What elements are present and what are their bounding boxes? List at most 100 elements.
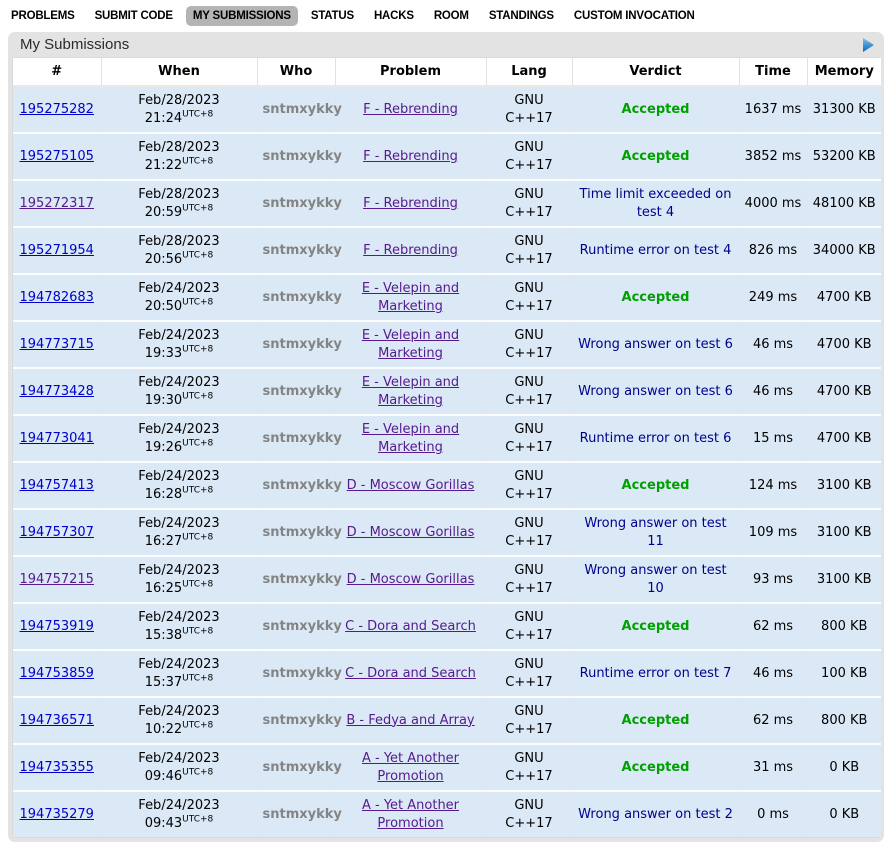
memory-used: 0 KB: [829, 807, 859, 822]
cell-who: sntmxykky: [257, 274, 335, 321]
exec-time: 93 ms: [753, 572, 793, 587]
problem-link[interactable]: D - Moscow Gorillas: [347, 478, 475, 493]
cell-when: Feb/24/202319:33UTC+8: [101, 321, 257, 368]
problem-link[interactable]: C - Dora and Search: [345, 619, 476, 634]
problem-link[interactable]: B - Fedya and Array: [346, 713, 474, 728]
submission-lang: GNUC++17: [505, 798, 552, 831]
problem-link[interactable]: F - Rebrending: [363, 243, 458, 258]
submission-id-link[interactable]: 195272317: [20, 196, 94, 211]
cell-verdict: Accepted: [572, 462, 739, 509]
nav-item-my-submissions[interactable]: MY SUBMISSIONS: [186, 6, 298, 26]
problem-link[interactable]: D - Moscow Gorillas: [347, 572, 475, 587]
column-header-time: Time: [739, 58, 807, 86]
verdict-text: Wrong answer on test 6: [578, 384, 733, 399]
cell-problem: E - Velepin and Marketing: [335, 274, 486, 321]
cell-id: 195275105: [13, 133, 101, 180]
problem-link[interactable]: C - Dora and Search: [345, 666, 476, 681]
nav-item-hacks[interactable]: HACKS: [367, 6, 421, 26]
cell-time: 0 ms: [739, 791, 807, 837]
submission-id-link[interactable]: 195271954: [20, 243, 94, 258]
cell-id: 194753919: [13, 603, 101, 650]
column-header-num: #: [13, 58, 101, 86]
submission-id-link[interactable]: 194735355: [20, 760, 94, 775]
table-row: 194773041Feb/24/202319:26UTC+8sntmxykkyE…: [13, 415, 881, 462]
submission-time: 16:27: [145, 534, 182, 549]
cell-verdict: Accepted: [572, 86, 739, 133]
table-row: 195275105Feb/28/202321:22UTC+8sntmxykkyF…: [13, 133, 881, 180]
cell-problem: E - Velepin and Marketing: [335, 368, 486, 415]
submission-date: Feb/24/2023: [138, 751, 219, 766]
cell-when: Feb/24/202316:27UTC+8: [101, 509, 257, 556]
problem-link[interactable]: F - Rebrending: [363, 102, 458, 117]
nav-item-submit-code[interactable]: SUBMIT CODE: [88, 6, 180, 26]
verdict-text: Time limit exceeded on test 4: [580, 187, 732, 220]
submission-id-link[interactable]: 195275105: [20, 149, 94, 164]
cell-memory: 0 KB: [807, 791, 881, 837]
submission-id-link[interactable]: 194753859: [20, 666, 94, 681]
submission-id-link[interactable]: 194736571: [20, 713, 94, 728]
submission-author: sntmxykky: [263, 337, 342, 352]
submission-id-link[interactable]: 194753919: [20, 619, 94, 634]
submission-time: 20:59: [145, 205, 182, 220]
memory-used: 3100 KB: [817, 478, 872, 493]
submission-lang: GNUC++17: [505, 751, 552, 784]
utc-offset: UTC+8: [182, 814, 213, 824]
table-row: 194782683Feb/24/202320:50UTC+8sntmxykkyE…: [13, 274, 881, 321]
submission-id-link[interactable]: 194773041: [20, 431, 94, 446]
submission-id-link[interactable]: 194757215: [20, 572, 94, 587]
problem-link[interactable]: F - Rebrending: [363, 149, 458, 164]
memory-used: 800 KB: [821, 619, 867, 634]
submission-id-link[interactable]: 194757413: [20, 478, 94, 493]
problem-link[interactable]: E - Velepin and Marketing: [362, 281, 459, 314]
problem-link[interactable]: D - Moscow Gorillas: [347, 525, 475, 540]
cell-id: 194757307: [13, 509, 101, 556]
submission-author: sntmxykky: [263, 290, 342, 305]
submission-id-link[interactable]: 194735279: [20, 807, 94, 822]
submission-lang: GNUC++17: [505, 610, 552, 643]
utc-offset: UTC+8: [182, 579, 213, 589]
submission-id-link[interactable]: 194757307: [20, 525, 94, 540]
nav-item-standings[interactable]: STANDINGS: [482, 6, 561, 26]
nav-item-room[interactable]: ROOM: [427, 6, 476, 26]
problem-link[interactable]: E - Velepin and Marketing: [362, 422, 459, 455]
cell-lang: GNUC++17: [486, 180, 572, 227]
submission-lang: GNUC++17: [505, 469, 552, 502]
cell-who: sntmxykky: [257, 227, 335, 274]
submission-id-link[interactable]: 194782683: [20, 290, 94, 305]
problem-link[interactable]: E - Velepin and Marketing: [362, 328, 459, 361]
utc-offset: UTC+8: [182, 250, 213, 260]
cell-time: 124 ms: [739, 462, 807, 509]
memory-used: 34000 KB: [813, 243, 876, 258]
table-header-row: #WhenWhoProblemLangVerdictTimeMemory: [13, 58, 881, 86]
exec-time: 826 ms: [749, 243, 797, 258]
problem-link[interactable]: E - Velepin and Marketing: [362, 375, 459, 408]
cell-lang: GNUC++17: [486, 368, 572, 415]
nav-item-status[interactable]: STATUS: [304, 6, 361, 26]
cell-problem: A - Yet Another Promotion: [335, 791, 486, 837]
submission-id-link[interactable]: 194773715: [20, 337, 94, 352]
submission-time: 16:28: [145, 487, 182, 502]
submission-author: sntmxykky: [263, 760, 342, 775]
utc-offset: UTC+8: [182, 438, 213, 448]
cell-verdict: Accepted: [572, 274, 739, 321]
problem-link[interactable]: A - Yet Another Promotion: [362, 751, 459, 784]
table-row: 195272317Feb/28/202320:59UTC+8sntmxykkyF…: [13, 180, 881, 227]
nav-item-custom-invocation[interactable]: CUSTOM INVOCATION: [567, 6, 702, 26]
submission-id-link[interactable]: 194773428: [20, 384, 94, 399]
table-row: 194753919Feb/24/202315:38UTC+8sntmxykkyC…: [13, 603, 881, 650]
problem-link[interactable]: F - Rebrending: [363, 196, 458, 211]
utc-offset: UTC+8: [182, 673, 213, 683]
play-arrow-icon[interactable]: [863, 38, 874, 52]
utc-offset: UTC+8: [182, 109, 213, 119]
submission-id-link[interactable]: 195275282: [20, 102, 94, 117]
cell-when: Feb/24/202310:22UTC+8: [101, 697, 257, 744]
submission-time: 21:24: [145, 111, 182, 126]
problem-link[interactable]: A - Yet Another Promotion: [362, 798, 459, 831]
cell-problem: F - Rebrending: [335, 227, 486, 274]
table-row: 194757307Feb/24/202316:27UTC+8sntmxykkyD…: [13, 509, 881, 556]
utc-offset: UTC+8: [182, 720, 213, 730]
cell-when: Feb/28/202320:56UTC+8: [101, 227, 257, 274]
nav-item-problems[interactable]: PROBLEMS: [4, 6, 82, 26]
submission-time: 16:25: [145, 581, 182, 596]
submission-author: sntmxykky: [263, 713, 342, 728]
